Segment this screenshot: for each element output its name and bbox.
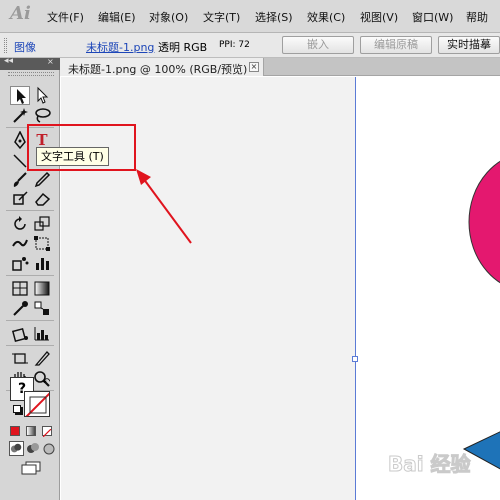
paintbrush-tool[interactable] [10, 170, 30, 189]
draw-normal-button[interactable] [9, 441, 24, 456]
magic-wand-tool[interactable] [10, 106, 30, 125]
document-tab-bar: 未标题-1.png @ 100% (RGB/预览) × [60, 58, 500, 76]
menu-edit[interactable]: 编辑(E) [98, 9, 136, 25]
none-icon [42, 428, 52, 438]
object-type-label: 图像 [14, 41, 36, 54]
menu-type[interactable]: 文字(T) [203, 9, 240, 25]
selection-tool[interactable] [10, 86, 30, 105]
eraser-icon [35, 192, 51, 206]
separator [6, 275, 54, 276]
blob-brush-tool[interactable] [10, 189, 30, 208]
draw-behind-button[interactable] [26, 441, 41, 456]
eyedropper-tool[interactable] [10, 299, 30, 318]
draw-inside-button[interactable] [42, 441, 57, 456]
draw-normal-icon [10, 443, 22, 453]
artboard-icon [12, 353, 28, 364]
watermark: Bai 经验 [388, 452, 472, 477]
live-paint-bucket-tool[interactable] [10, 324, 30, 343]
free-transform-icon [34, 236, 50, 251]
document-tab-title: 未标题-1.png @ 100% (RGB/预览) [68, 63, 248, 76]
menu-help[interactable]: 帮助 [466, 9, 488, 25]
menu-bar: Ai 文件(F) 编辑(E) 对象(O) 文字(T) 选择(S) 效果(C) 视… [0, 0, 500, 33]
ppi-label: PPI: 72 [219, 40, 250, 50]
separator [6, 345, 54, 346]
magic-wand-icon [13, 108, 28, 123]
color-mode-button[interactable] [10, 426, 20, 436]
control-bar-grip[interactable] [4, 38, 7, 53]
artboard[interactable] [355, 77, 500, 500]
blend-tool[interactable] [32, 299, 52, 318]
close-icon[interactable]: × [249, 62, 259, 72]
swap-fill-stroke-icon[interactable]: ↶ [42, 377, 50, 388]
scale-tool[interactable] [32, 214, 52, 233]
color-mode-label: 透明 RGB [158, 41, 208, 54]
blend-icon [34, 301, 49, 315]
artwork [462, 152, 500, 470]
column-graph-icon [36, 258, 49, 270]
screen-mode-button[interactable] [20, 461, 42, 475]
separator [6, 320, 54, 321]
pencil-tool[interactable] [32, 170, 52, 189]
linked-file-link[interactable]: 未标题-1.png [86, 39, 154, 55]
gradient-mode-button[interactable] [26, 426, 36, 436]
live-trace-button[interactable]: 实时描摹 [438, 36, 500, 54]
draw-behind-icon [27, 443, 39, 453]
close-icon[interactable]: × [47, 57, 54, 66]
separator [6, 210, 54, 211]
control-bar: 图像 未标题-1.png 透明 RGB PPI: 72 嵌入 编辑原稿 实时描摹 [0, 33, 500, 58]
draw-inside-icon [43, 443, 55, 455]
direct-selection-tool[interactable] [32, 86, 52, 105]
white-arrow-icon [37, 86, 49, 104]
screen-mode-icon [21, 461, 41, 475]
eyedropper-icon [13, 301, 28, 316]
pink-circle[interactable] [468, 152, 500, 292]
blob-brush-icon [13, 191, 28, 205]
black-arrow-icon [17, 89, 26, 104]
app-logo: Ai [10, 3, 31, 24]
artboard-anchor-handle[interactable] [352, 356, 358, 362]
bar-graph-tool[interactable] [32, 324, 52, 343]
collapse-icon[interactable]: ◂◂ [4, 56, 13, 66]
pencil-icon [34, 171, 51, 188]
column-graph-tool[interactable] [32, 254, 52, 273]
edit-original-button[interactable]: 编辑原稿 [360, 36, 432, 54]
slice-icon [34, 351, 50, 366]
paintbrush-icon [13, 172, 27, 187]
rotate-icon [14, 216, 26, 230]
rotate-tool[interactable] [10, 214, 30, 233]
embed-button[interactable]: 嵌入 [282, 36, 354, 54]
mesh-tool[interactable] [10, 279, 30, 298]
annotation-highlight-box [27, 124, 136, 171]
gradient-icon [34, 281, 50, 296]
default-colors-icon[interactable] [13, 405, 21, 413]
tools-panel-header: ◂◂ × [0, 56, 60, 70]
lasso-tool[interactable] [32, 106, 52, 125]
stroke-swatch[interactable] [24, 391, 50, 417]
eraser-tool[interactable] [32, 189, 52, 208]
warp-icon [12, 239, 28, 247]
tools-panel-grip[interactable] [8, 72, 54, 76]
symbol-sprayer-tool[interactable] [10, 254, 30, 273]
menu-view[interactable]: 视图(V) [360, 9, 398, 25]
scale-icon [34, 216, 50, 231]
none-mode-button[interactable] [42, 426, 52, 438]
none-stroke-icon [25, 392, 49, 416]
document-tab[interactable]: 未标题-1.png @ 100% (RGB/预览) × [60, 58, 264, 76]
menu-object[interactable]: 对象(O) [149, 9, 188, 25]
symbol-sprayer-icon [12, 257, 29, 271]
lasso-icon [35, 108, 51, 123]
bar-graph-icon [34, 327, 49, 341]
paint-bucket-icon [11, 327, 28, 343]
warp-tool[interactable] [10, 234, 30, 253]
gradient-tool[interactable] [32, 279, 52, 298]
menu-file[interactable]: 文件(F) [47, 9, 84, 25]
mesh-icon [12, 281, 28, 296]
menu-window[interactable]: 窗口(W) [412, 9, 453, 25]
menu-effect[interactable]: 效果(C) [307, 9, 345, 25]
artboard-tool[interactable] [10, 349, 30, 368]
free-transform-tool[interactable] [32, 234, 52, 253]
slice-tool[interactable] [32, 349, 52, 368]
menu-select[interactable]: 选择(S) [255, 9, 293, 25]
